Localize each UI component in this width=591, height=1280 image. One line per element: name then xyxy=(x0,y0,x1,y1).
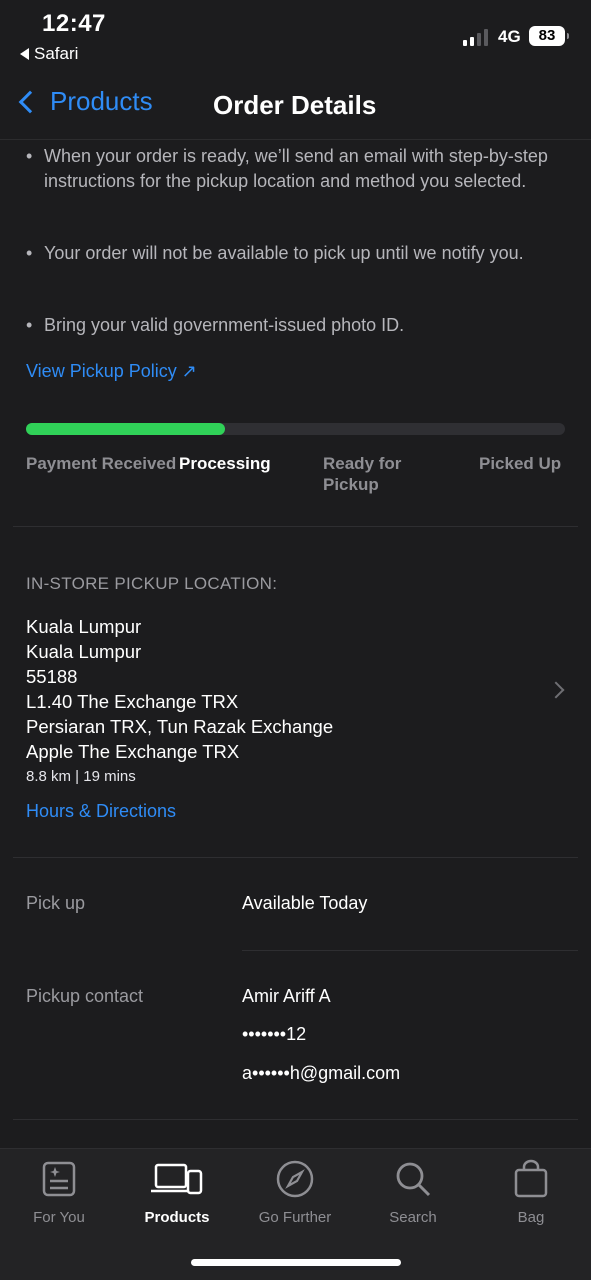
instruction-text: Your order will not be available to pick… xyxy=(44,243,524,263)
home-indicator xyxy=(191,1259,401,1266)
step-processing: Processing xyxy=(179,454,271,473)
address-line: Persiaran TRX, Tun Razak Exchange xyxy=(26,716,334,737)
status-bar: 12:47 Safari 4G 83 xyxy=(0,0,591,70)
bullet-dot: • xyxy=(26,243,33,263)
tab-products[interactable]: Products xyxy=(118,1159,236,1226)
back-button-label: Products xyxy=(50,86,153,116)
tab-go-further[interactable]: Go Further xyxy=(236,1159,354,1226)
bullet-dot: • xyxy=(26,146,33,166)
products-icon xyxy=(151,1163,203,1195)
battery-icon: 83 xyxy=(529,26,569,46)
instruction-item: • When your order is ready, we’ll send a… xyxy=(26,144,556,194)
tab-label: Bag xyxy=(517,1209,545,1226)
navigation-bar: Products Order Details xyxy=(0,70,591,140)
status-time: 12:47 xyxy=(42,10,106,37)
page-title: Order Details xyxy=(213,90,377,120)
pickup-contact-label: Pickup contact xyxy=(26,986,144,1006)
tab-bag[interactable]: Bag xyxy=(472,1159,590,1226)
tab-for-you[interactable]: For You xyxy=(0,1159,118,1226)
hours-directions-link[interactable]: Hours & Directions xyxy=(26,801,176,822)
tab-label: Go Further xyxy=(258,1209,332,1226)
pickup-location-heading: IN-STORE PICKUP LOCATION: xyxy=(26,574,278,593)
bag-icon xyxy=(514,1159,548,1198)
instruction-text: When your order is ready, we’ll send an … xyxy=(44,146,548,191)
for-you-icon xyxy=(42,1161,76,1197)
pickup-label: Pick up xyxy=(26,893,86,913)
bullet-dot: • xyxy=(26,315,33,335)
compass-icon xyxy=(276,1160,314,1198)
instruction-item: • Bring your valid government-issued pho… xyxy=(26,313,556,338)
contact-name: Amir Ariff A xyxy=(242,986,331,1006)
instruction-item: • Your order will not be available to pi… xyxy=(26,241,556,266)
address-line: L1.40 The Exchange TRX xyxy=(26,691,239,712)
contact-phone: •••••••12 xyxy=(242,1024,307,1044)
step-payment-received: Payment Received xyxy=(26,454,177,473)
address-line: Kuala Lumpur xyxy=(26,641,142,662)
tab-label: Search xyxy=(389,1209,437,1226)
chevron-right-icon[interactable] xyxy=(547,681,565,699)
instruction-text: Bring your valid government-issued photo… xyxy=(44,315,405,335)
order-progress-bar xyxy=(26,423,565,435)
address-line: Kuala Lumpur xyxy=(26,616,142,637)
contact-email: a••••••h@gmail.com xyxy=(242,1063,401,1083)
search-icon xyxy=(396,1162,431,1197)
divider xyxy=(13,1119,578,1120)
distance-info: 8.8 km | 19 mins xyxy=(26,768,136,785)
order-progress-fill xyxy=(26,423,226,435)
back-button[interactable]: Products xyxy=(14,86,153,117)
divider xyxy=(242,950,578,951)
tab-search[interactable]: Search xyxy=(354,1159,472,1226)
back-to-safari[interactable]: Safari xyxy=(20,44,78,64)
view-pickup-policy-link[interactable]: View Pickup Policy ↗ xyxy=(26,361,197,382)
step-ready-for-pickup: Ready for Pickup xyxy=(323,454,402,494)
tab-label: For You xyxy=(33,1209,85,1226)
network-type: 4G xyxy=(498,27,521,46)
back-app-label: Safari xyxy=(34,44,79,63)
tab-label: Products xyxy=(144,1209,210,1226)
cellular-signal-icon xyxy=(463,28,488,46)
back-triangle-icon xyxy=(20,48,29,60)
step-picked-up: Picked Up xyxy=(479,454,562,473)
address-line: Apple The Exchange TRX xyxy=(26,741,240,762)
address-line: 55188 xyxy=(26,666,78,687)
chevron-left-icon xyxy=(18,90,42,113)
divider xyxy=(13,857,578,858)
pickup-value: Available Today xyxy=(242,893,368,913)
divider xyxy=(13,526,578,527)
